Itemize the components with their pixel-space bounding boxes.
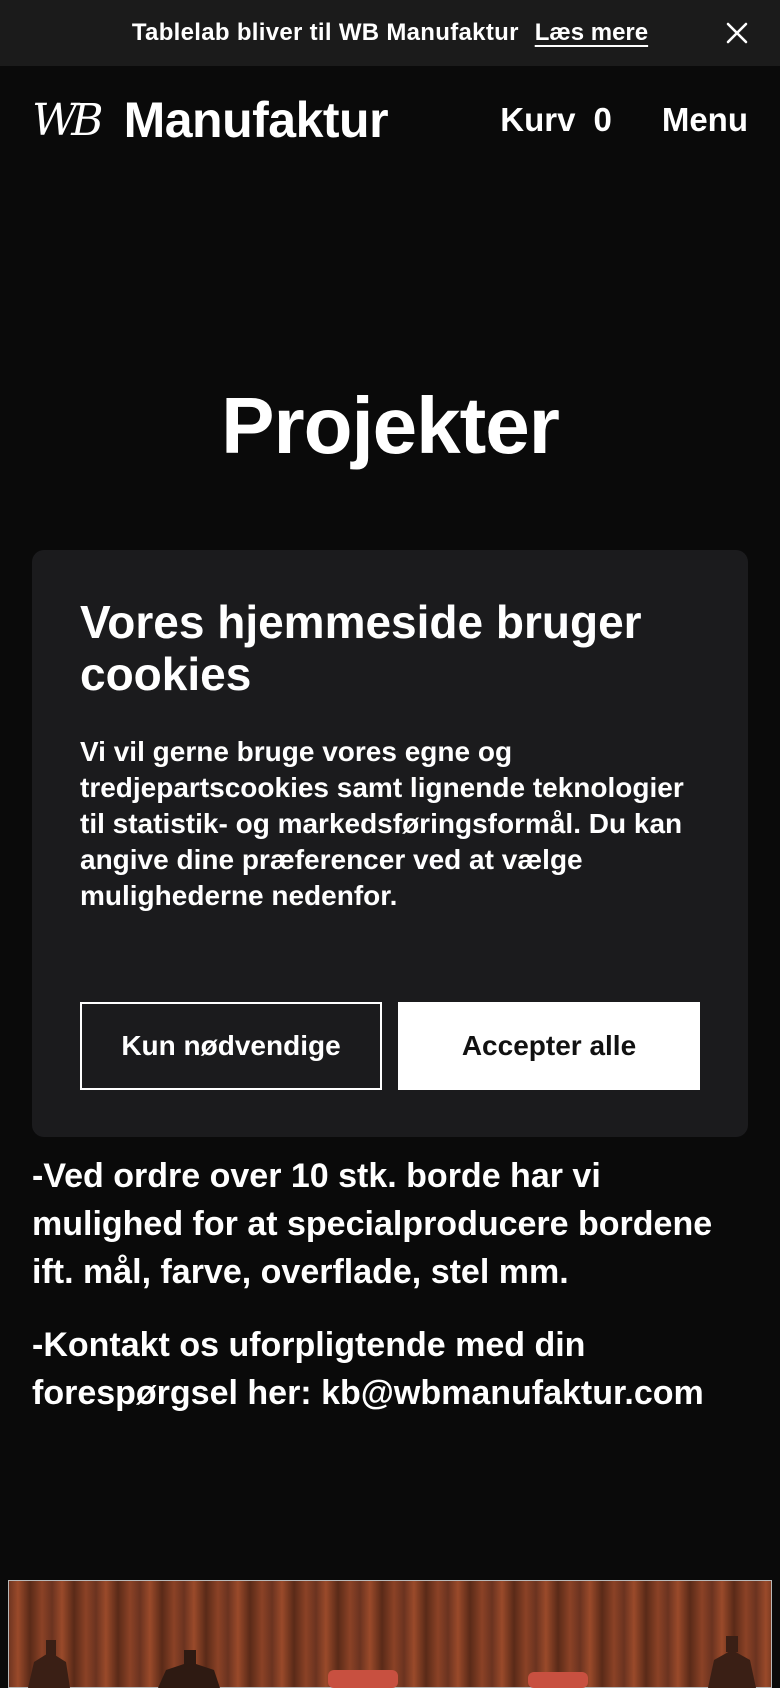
logo-wordmark: Manufaktur [123,92,389,148]
photo-scene [8,1580,772,1688]
cart-label: Kurv [500,101,576,138]
read-more-link[interactable]: Læs mere [535,19,648,47]
logo-monogram: WB [32,94,104,146]
close-icon[interactable] [724,20,750,46]
content-paragraph: -Kontakt os uforpligtende med din foresp… [32,1326,704,1412]
cookie-text: Vi vil gerne bruge vores egne og tredjep… [80,736,684,911]
cookie-buttons: Kun nødvendige Accepter alle [80,1002,700,1090]
cookie-banner: Vores hjemmeside bruger cookies Vi vil g… [32,550,748,1137]
announcement-message: Tablelab bliver til WB Manufaktur [131,19,519,46]
cart-button[interactable]: Kurv 0 [500,101,612,139]
accept-all-button[interactable]: Accepter alle [398,1002,700,1090]
menu-button[interactable]: Menu [662,101,748,139]
cookie-title: Vores hjemmeside bruger cookies [80,596,642,700]
site-logo[interactable]: WB Manufaktur [32,91,389,149]
page-title: Projekter [221,381,560,470]
site-header: WB Manufaktur Kurv 0 Menu [0,66,780,174]
content-text: -Ved ordre over 10 stk. borde har vi mul… [32,1152,748,1442]
content-paragraph: -Ved ordre over 10 stk. borde har vi mul… [32,1157,713,1291]
header-nav: Kurv 0 Menu [500,101,748,139]
necessary-only-button[interactable]: Kun nødvendige [80,1002,382,1090]
project-photo [8,1580,772,1688]
cart-count: 0 [593,101,612,138]
announcement-bar: Tablelab bliver til WB Manufaktur Læs me… [0,0,780,66]
